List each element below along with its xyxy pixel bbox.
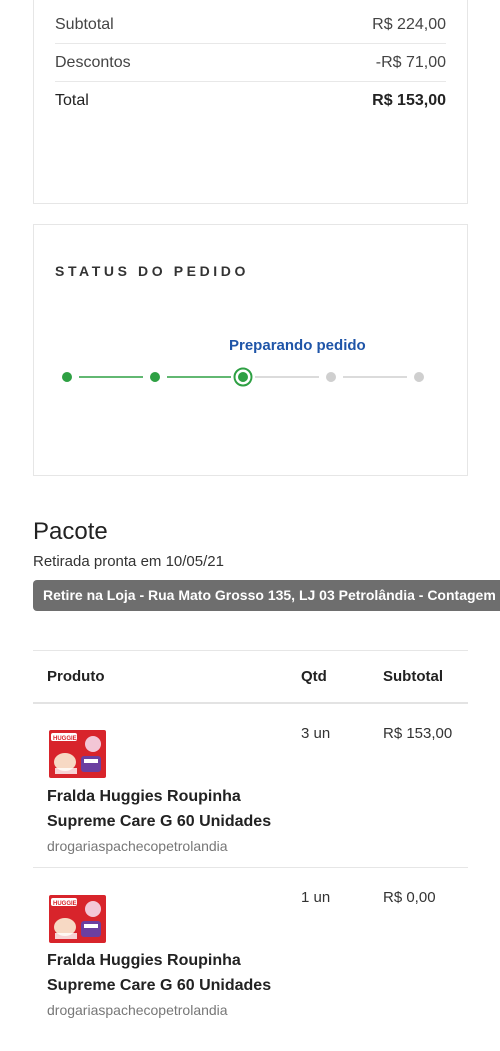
- table-row[interactable]: HUGGIES Fralda Huggies Roupinha Supreme …: [33, 704, 468, 868]
- product-subtotal: R$ 0,00: [383, 889, 436, 906]
- order-status-card: STATUS DO PEDIDO Preparando pedido: [33, 224, 468, 476]
- diaper-pack-icon[interactable]: HUGGIES: [49, 895, 106, 943]
- stepper-dot-current: [238, 372, 248, 382]
- table-row[interactable]: HUGGIES Fralda Huggies Roupinha Supreme …: [33, 868, 468, 1032]
- product-qty: 1 un: [301, 889, 331, 906]
- stepper-dot-done: [62, 372, 72, 382]
- stepper-dot-pending: [326, 372, 336, 382]
- total-row: Total R$ 153,00: [55, 82, 446, 120]
- svg-text:HUGGIES: HUGGIES: [53, 736, 81, 742]
- svg-text:HUGGIES: HUGGIES: [53, 901, 81, 907]
- table-header: Produto Qtd Subtotal: [33, 650, 468, 704]
- products-table: Produto Qtd Subtotal HUGGIES Fralda Hugg…: [33, 650, 468, 1032]
- stepper-dot-pending: [414, 372, 424, 382]
- total-label: Total: [55, 92, 89, 109]
- product-seller: drogariaspachecopetrolandia: [47, 838, 228, 854]
- diaper-pack-icon[interactable]: HUGGIES: [49, 730, 106, 778]
- discount-label: Descontos: [55, 53, 131, 71]
- product-subtotal: R$ 153,00: [383, 725, 453, 742]
- store-address-chip: Retire na Loja - Rua Mato Grosso 135, LJ…: [33, 580, 500, 611]
- subtotal-label: Subtotal: [55, 15, 114, 33]
- status-current-label: Preparando pedido: [229, 337, 366, 354]
- status-title: STATUS DO PEDIDO: [55, 263, 249, 279]
- header-product: Produto: [47, 668, 105, 685]
- pickup-date-text: Retirada pronta em 10/05/21: [33, 553, 224, 570]
- product-qty: 3 un: [301, 725, 331, 742]
- order-summary-card: Subtotal R$ 224,00 Descontos -R$ 71,00 T…: [33, 0, 468, 204]
- product-name[interactable]: Fralda Huggies Roupinha Supreme Care G 6…: [47, 784, 307, 834]
- status-stepper: [62, 367, 424, 387]
- stepper-dot-done: [150, 372, 160, 382]
- total-value: R$ 153,00: [372, 92, 446, 109]
- product-name[interactable]: Fralda Huggies Roupinha Supreme Care G 6…: [47, 948, 307, 998]
- subtotal-row: Subtotal R$ 224,00: [55, 6, 446, 44]
- discount-row: Descontos -R$ 71,00: [55, 44, 446, 82]
- header-subtotal: Subtotal: [383, 668, 443, 685]
- package-title: Pacote: [33, 518, 108, 545]
- discount-value: -R$ 71,00: [375, 53, 446, 71]
- header-qty: Qtd: [301, 668, 327, 685]
- product-seller: drogariaspachecopetrolandia: [47, 1002, 228, 1018]
- subtotal-value: R$ 224,00: [372, 15, 446, 33]
